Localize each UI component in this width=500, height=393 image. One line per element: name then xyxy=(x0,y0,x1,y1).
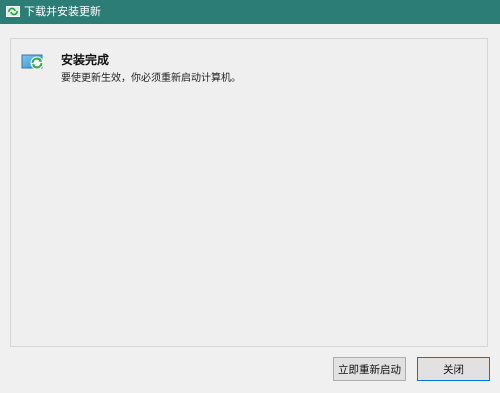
update-complete-icon xyxy=(21,54,44,70)
update-app-icon xyxy=(6,6,20,17)
close-button[interactable]: 关闭 xyxy=(417,357,490,381)
window-title: 下载并安装更新 xyxy=(24,5,101,18)
title-bar: 下载并安装更新 xyxy=(0,0,500,24)
status-message: 要使更新生效，你必须重新启动计算机。 xyxy=(61,73,241,84)
status-heading: 安装完成 xyxy=(61,53,110,67)
restart-now-button[interactable]: 立即重新启动 xyxy=(333,357,406,381)
